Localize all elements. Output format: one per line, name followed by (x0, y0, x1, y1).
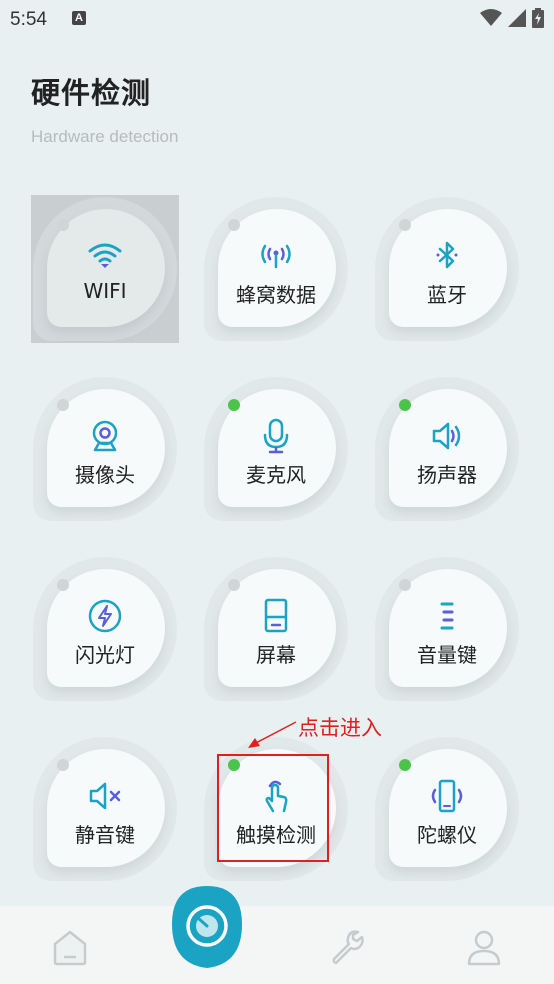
status-dot (57, 219, 69, 231)
status-dot (399, 579, 411, 591)
status-dot (228, 579, 240, 591)
flash-icon (88, 599, 122, 633)
tile-label: 静音键 (75, 823, 135, 847)
status-time: 5:54 (10, 9, 47, 30)
tile-gyroscope[interactable]: 陀螺仪 (373, 735, 521, 883)
tile-mute-key[interactable]: 静音键 (31, 735, 179, 883)
cellular-icon (261, 244, 291, 269)
status-dot-active (228, 399, 240, 411)
annotation-text: 点击进入 (298, 716, 382, 740)
tile-label: WIFI (83, 279, 127, 303)
tile-label: 屏幕 (256, 643, 296, 667)
nav-home[interactable] (50, 926, 90, 970)
nav-tools[interactable] (328, 926, 368, 970)
status-dot-active (399, 399, 411, 411)
bottom-nav (0, 906, 554, 984)
tile-screen[interactable]: 屏幕 (202, 555, 350, 703)
cell-signal-icon (508, 9, 526, 27)
annotation-arrow (248, 721, 297, 748)
notification-icon: A (72, 11, 86, 25)
tile-camera[interactable]: 摄像头 (31, 375, 179, 523)
status-dot (399, 219, 411, 231)
tile-cellular[interactable]: 蜂窝数据 (202, 195, 350, 343)
status-icons (480, 8, 544, 28)
speaker-icon (432, 422, 461, 450)
status-dot (57, 399, 69, 411)
tile-label: 摄像头 (75, 463, 135, 487)
status-dot (57, 759, 69, 771)
status-dot-active (399, 759, 411, 771)
wifi-icon (88, 243, 122, 268)
wrench-icon (332, 930, 364, 965)
wifi-signal-icon (480, 9, 502, 26)
tile-label: 陀螺仪 (417, 823, 477, 847)
bluetooth-icon (436, 241, 458, 269)
screen-icon (264, 598, 288, 633)
tile-label: 蓝牙 (427, 283, 467, 307)
tile-wifi[interactable]: WIFI (31, 195, 179, 343)
mute-icon (89, 782, 121, 810)
tile-label: 麦克风 (246, 463, 306, 487)
status-bar: 5:54 A (0, 0, 554, 40)
tile-bluetooth[interactable]: 蓝牙 (373, 195, 521, 343)
nav-detect[interactable] (170, 884, 244, 970)
battery-icon (532, 8, 544, 28)
annotation-box (217, 754, 329, 862)
tile-label: 扬声器 (417, 463, 477, 487)
nav-profile[interactable] (464, 926, 504, 970)
status-dot (228, 219, 240, 231)
tile-label: 闪光灯 (75, 643, 135, 667)
tile-microphone[interactable]: 麦克风 (202, 375, 350, 523)
camera-icon (92, 420, 118, 452)
gyroscope-icon (431, 779, 463, 813)
tile-volume-key[interactable]: 音量键 (373, 555, 521, 703)
home-icon (53, 930, 87, 966)
profile-icon (467, 930, 501, 966)
tile-flash[interactable]: 闪光灯 (31, 555, 179, 703)
detect-icon (172, 886, 242, 968)
page-subtitle: Hardware detection (31, 127, 179, 146)
page-title: 硬件检测 (31, 76, 152, 110)
microphone-icon (263, 418, 289, 454)
tile-label: 蜂窝数据 (236, 283, 316, 307)
status-dot (57, 579, 69, 591)
tile-speaker[interactable]: 扬声器 (373, 375, 521, 523)
tile-label: 音量键 (417, 643, 477, 667)
volume-key-icon (440, 602, 454, 630)
